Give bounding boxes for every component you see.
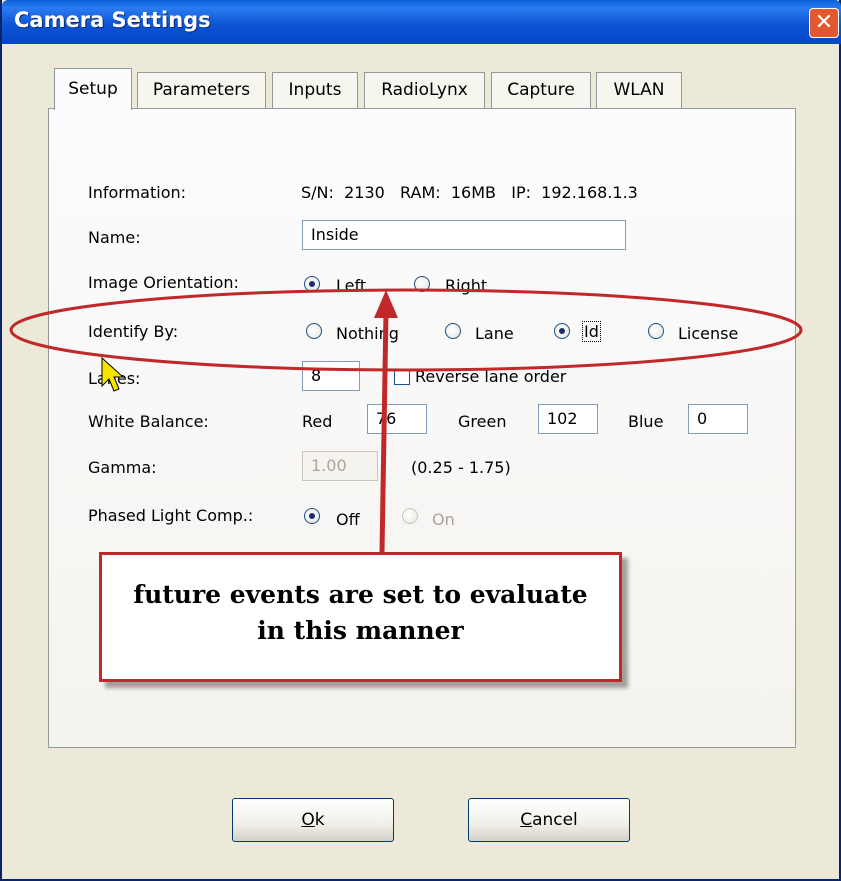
identify-lane-label[interactable]: Lane bbox=[475, 324, 514, 343]
tab-capture[interactable]: Capture bbox=[491, 72, 591, 108]
identify-nothing-radio[interactable] bbox=[306, 323, 322, 339]
phased-off-radio[interactable] bbox=[304, 508, 320, 524]
phased-light-label: Phased Light Comp.: bbox=[88, 506, 254, 525]
tab-wlan[interactable]: WLAN bbox=[596, 72, 682, 108]
cancel-button[interactable]: Cancel bbox=[468, 798, 630, 842]
phased-on-radio[interactable] bbox=[402, 508, 418, 524]
cancel-mnemonic: C bbox=[520, 810, 533, 830]
identify-by-label: Identify By: bbox=[88, 322, 179, 341]
reverse-lane-label[interactable]: Reverse lane order bbox=[415, 367, 566, 386]
information-label: Information: bbox=[88, 183, 187, 202]
identify-nothing-label[interactable]: Nothing bbox=[336, 324, 399, 343]
name-input[interactable]: Inside bbox=[302, 220, 626, 250]
cancel-label: ancel bbox=[532, 810, 578, 830]
callout-line-2: in this manner bbox=[257, 616, 464, 645]
tab-parameters[interactable]: Parameters bbox=[137, 72, 266, 108]
title-bar[interactable]: Camera Settings ✕ bbox=[2, 0, 841, 44]
ok-button[interactable]: Ok bbox=[232, 798, 394, 842]
ok-label: k bbox=[314, 810, 325, 830]
wb-red-input[interactable]: 76 bbox=[367, 404, 427, 434]
tab-inputs[interactable]: Inputs bbox=[272, 72, 358, 108]
gamma-range-label: (0.25 - 1.75) bbox=[411, 458, 511, 477]
identify-license-label[interactable]: License bbox=[678, 324, 738, 343]
lanes-label: Lanes: bbox=[88, 369, 141, 388]
camera-settings-dialog: Camera Settings ✕ Setup Parameters Input… bbox=[0, 0, 841, 881]
gamma-label: Gamma: bbox=[88, 458, 157, 477]
ok-mnemonic: O bbox=[301, 810, 315, 830]
wb-green-label: Green bbox=[458, 412, 507, 431]
wb-red-label: Red bbox=[302, 412, 333, 431]
close-icon[interactable]: ✕ bbox=[809, 8, 839, 38]
orientation-left-label[interactable]: Left bbox=[336, 276, 366, 295]
identify-id-radio[interactable] bbox=[554, 323, 570, 339]
wb-blue-input[interactable]: 0 bbox=[688, 404, 748, 434]
orientation-right-radio[interactable] bbox=[414, 276, 430, 292]
wb-blue-label: Blue bbox=[628, 412, 664, 431]
orientation-label: Image Orientation: bbox=[88, 273, 239, 292]
identify-license-radio[interactable] bbox=[648, 323, 664, 339]
orientation-left-radio[interactable] bbox=[304, 276, 320, 292]
identify-id-label[interactable]: Id bbox=[582, 321, 601, 342]
identify-lane-radio[interactable] bbox=[445, 323, 461, 339]
annotation-callout: future events are set to evaluate in thi… bbox=[99, 552, 622, 682]
lanes-input[interactable]: 8 bbox=[302, 361, 360, 391]
phased-off-label[interactable]: Off bbox=[336, 510, 360, 529]
information-value: S/N: 2130 RAM: 16MB IP: 192.168.1.3 bbox=[301, 183, 638, 202]
phased-on-label[interactable]: On bbox=[432, 510, 455, 529]
callout-line-1: future events are set to evaluate bbox=[133, 580, 588, 609]
tab-radiolynx[interactable]: RadioLynx bbox=[364, 72, 485, 108]
name-label: Name: bbox=[88, 228, 141, 247]
reverse-lane-checkbox[interactable] bbox=[394, 369, 410, 385]
orientation-right-label[interactable]: Right bbox=[445, 276, 487, 295]
tab-setup[interactable]: Setup bbox=[54, 68, 132, 110]
gamma-input[interactable]: 1.00 bbox=[302, 451, 378, 481]
window-title: Camera Settings bbox=[14, 8, 211, 32]
white-balance-label: White Balance: bbox=[88, 412, 209, 431]
wb-green-input[interactable]: 102 bbox=[538, 404, 598, 434]
